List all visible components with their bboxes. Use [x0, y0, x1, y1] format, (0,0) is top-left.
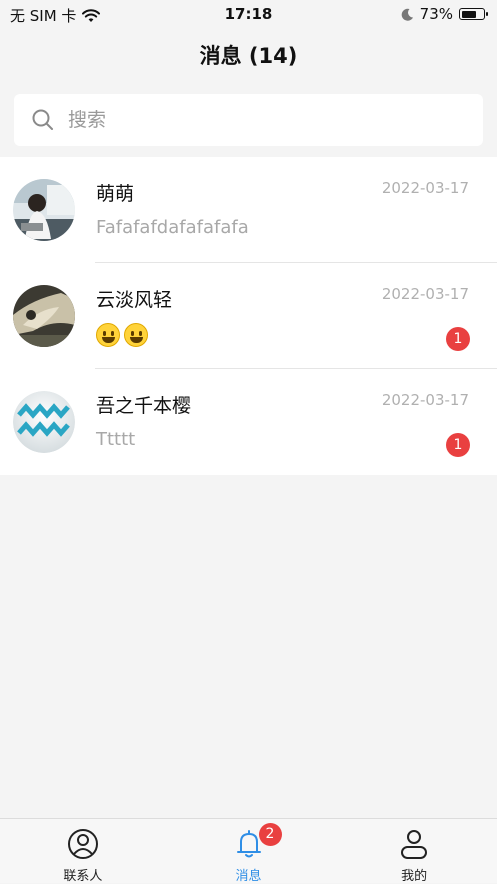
message-preview: Fafafafdafafafafa — [96, 217, 249, 238]
tab-bar: 联系人 2 消息 我的 — [0, 818, 497, 884]
moon-icon — [401, 8, 413, 21]
message-preview — [96, 323, 152, 347]
message-date: 2022-03-17 — [381, 391, 469, 409]
contact-name: 吾之千本樱 — [96, 395, 192, 417]
tab-messages[interactable]: 2 消息 — [166, 819, 332, 884]
tab-label: 消息 — [235, 869, 262, 884]
battery-percent: 73% — [419, 5, 453, 23]
status-right: 73% — [401, 5, 488, 23]
search-icon — [32, 109, 53, 130]
tab-me[interactable]: 我的 — [331, 819, 497, 884]
message-date: 2022-03-17 — [381, 285, 469, 303]
status-bar: 无 SIM 卡 17:18 73% — [0, 0, 497, 30]
conversation-item[interactable]: 吾之千本樱 2022-03-17 Ttttt 1 — [0, 369, 497, 475]
unread-badge: 1 — [446, 433, 470, 457]
contact-name: 云淡风轻 — [96, 289, 173, 311]
avatar[interactable] — [13, 391, 75, 453]
conversation-list: 萌萌 2022-03-17 Fafafafdafafafafa 云淡风轻 202… — [0, 157, 497, 475]
tab-label: 我的 — [401, 869, 428, 884]
battery-icon — [459, 8, 488, 20]
grinning-face-icon — [124, 323, 148, 347]
page-title: 消息 (14) — [199, 44, 298, 68]
tab-badge: 2 — [258, 823, 282, 846]
conversation-item[interactable]: 萌萌 2022-03-17 Fafafafdafafafafa — [0, 157, 497, 263]
avatar[interactable] — [13, 179, 75, 241]
avatar[interactable] — [13, 285, 75, 347]
message-preview: Ttttt — [96, 429, 136, 450]
message-date: 2022-03-17 — [381, 179, 469, 197]
unread-badge: 1 — [446, 327, 470, 351]
search-bar[interactable] — [14, 94, 483, 146]
contact-name: 萌萌 — [96, 183, 135, 205]
grinning-face-icon — [96, 323, 120, 347]
search-input[interactable] — [66, 108, 450, 132]
conversation-item[interactable]: 云淡风轻 2022-03-17 1 — [0, 263, 497, 369]
contacts-icon — [67, 829, 98, 859]
tab-label: 联系人 — [63, 869, 103, 884]
person-icon — [401, 830, 428, 859]
tab-contacts[interactable]: 联系人 — [0, 819, 166, 884]
